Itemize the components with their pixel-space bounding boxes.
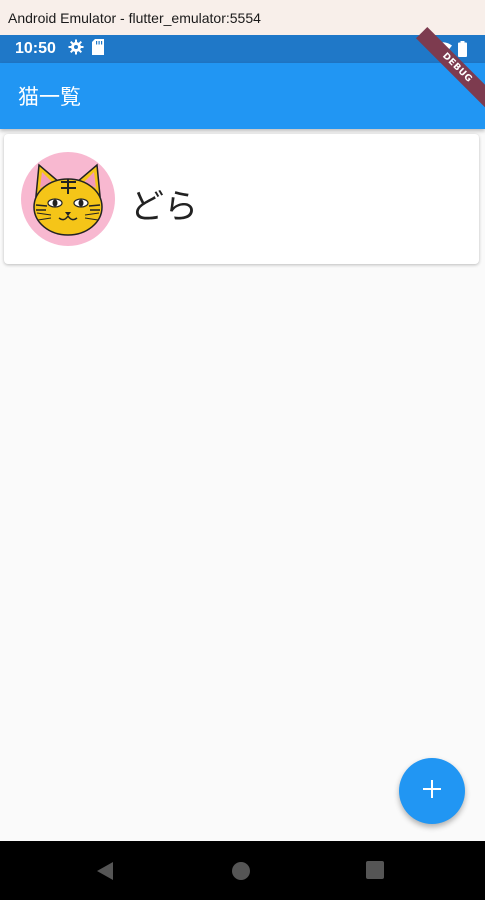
plus-icon bbox=[422, 779, 442, 803]
home-icon[interactable] bbox=[231, 861, 251, 885]
gear-icon bbox=[68, 39, 84, 60]
app-bar: 猫一覧 bbox=[0, 63, 485, 129]
tiger-cat-icon bbox=[21, 152, 115, 246]
window-titlebar: Android Emulator - flutter_emulator:5554 bbox=[0, 0, 485, 35]
sd-card-icon bbox=[91, 38, 104, 60]
status-bar: 10:50 bbox=[0, 35, 485, 63]
recents-icon[interactable] bbox=[366, 861, 384, 883]
window-title: Android Emulator - flutter_emulator:5554 bbox=[8, 9, 261, 26]
cat-list-item[interactable]: どら bbox=[4, 134, 479, 264]
cat-list: どら bbox=[0, 129, 485, 841]
status-time: 10:50 bbox=[15, 40, 56, 57]
add-cat-button[interactable] bbox=[399, 758, 465, 824]
cat-name: どら bbox=[130, 187, 198, 227]
navigation-bar bbox=[0, 841, 485, 900]
page-title: 猫一覧 bbox=[18, 85, 81, 109]
cat-avatar bbox=[21, 152, 115, 246]
back-icon[interactable] bbox=[96, 861, 114, 885]
